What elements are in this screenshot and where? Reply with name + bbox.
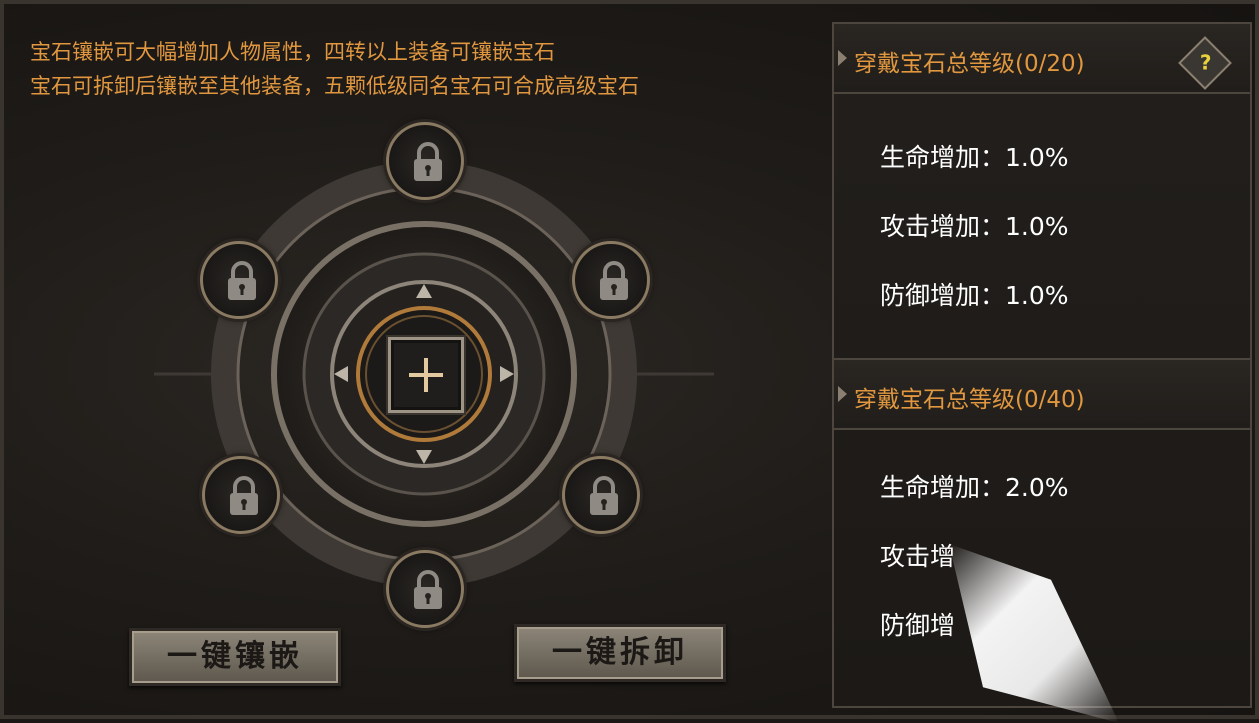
gem-slot-locked-upper-right[interactable]: [572, 241, 650, 319]
lock-icon: [228, 261, 256, 300]
stat-row: 生命增加：2.0%: [880, 468, 1069, 504]
question-icon: ?: [1199, 50, 1212, 75]
stat-label: 生命增加：: [880, 143, 1006, 172]
gem-slot-locked-bottom[interactable]: [386, 550, 464, 628]
lock-icon: [414, 142, 442, 181]
gem-slot-locked-top[interactable]: [386, 122, 464, 200]
stat-label: 防御增: [880, 611, 956, 640]
stat-value: 2.0%: [1005, 473, 1069, 502]
stat-label: 生命增加：: [880, 473, 1006, 502]
stat-value: 1.0%: [1005, 281, 1069, 310]
stat-value: 1.0%: [1005, 143, 1069, 172]
stat-label: 攻击增加：: [880, 212, 1006, 241]
hint-line-1: 宝石镶嵌可大幅增加人物属性，四转以上装备可镶嵌宝石: [30, 40, 555, 64]
plus-icon-bar: [409, 373, 443, 377]
gem-slot-locked-lower-right[interactable]: [562, 456, 640, 534]
help-button[interactable]: ?: [1178, 36, 1232, 90]
stat-row: 攻击增加：1.0%: [880, 207, 1069, 243]
arrow-icon: [838, 386, 847, 402]
gem-level-header-2: 穿戴宝石总等级(0/40): [834, 358, 1250, 430]
stat-row: 防御增: [880, 606, 955, 642]
remove-all-button[interactable]: 一键拆卸: [514, 624, 726, 682]
stat-row: 防御增加：1.0%: [880, 276, 1069, 312]
gem-level-header-1: 穿戴宝石总等级(0/20) ?: [834, 24, 1250, 94]
gem-level-title-1: 穿戴宝石总等级(0/20): [854, 51, 1085, 77]
hint-line-2: 宝石可拆卸后镶嵌至其他装备，五颗低级同名宝石可合成高级宝石: [30, 74, 639, 98]
equipment-add-slot[interactable]: [388, 337, 464, 413]
gem-slot-locked-lower-left[interactable]: [202, 456, 280, 534]
embed-all-button[interactable]: 一键镶嵌: [129, 628, 341, 686]
lock-icon: [414, 570, 442, 609]
lock-icon: [230, 476, 258, 515]
stat-label: 攻击增: [880, 542, 956, 571]
stat-row: 生命增加：1.0%: [880, 138, 1069, 174]
arrow-icon: [838, 50, 847, 66]
lock-icon: [590, 476, 618, 515]
gem-inlay-panel: 宝石镶嵌可大幅增加人物属性，四转以上装备可镶嵌宝石 宝石可拆卸后镶嵌至其他装备，…: [0, 0, 1259, 723]
stat-value: 1.0%: [1005, 212, 1069, 241]
gem-level-title-2: 穿戴宝石总等级(0/40): [854, 387, 1085, 413]
gem-slot-locked-upper-left[interactable]: [200, 241, 278, 319]
stat-row: 攻击增: [880, 537, 955, 573]
stat-label: 防御增加：: [880, 281, 1006, 310]
lock-icon: [600, 261, 628, 300]
